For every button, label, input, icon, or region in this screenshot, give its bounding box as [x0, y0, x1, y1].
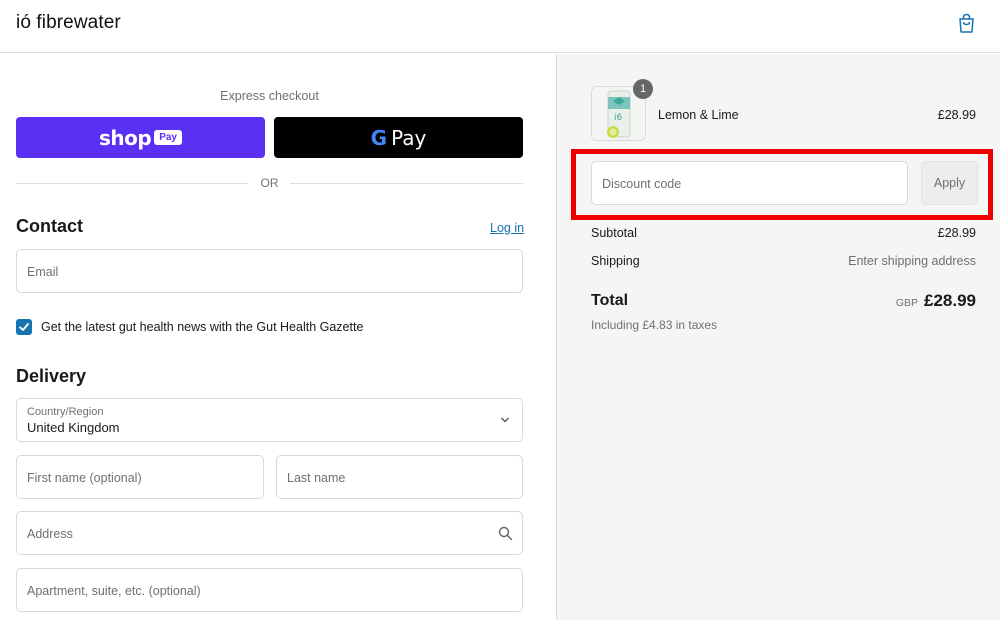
- subtotal-label: Subtotal: [591, 226, 637, 240]
- currency-code: GBP: [895, 297, 918, 309]
- google-g-icon: G: [370, 125, 388, 150]
- shop-pay-pill: Pay: [154, 130, 182, 145]
- address-field[interactable]: Address: [16, 511, 523, 555]
- item-price: £28.99: [937, 108, 976, 122]
- shipping-label: Shipping: [591, 254, 640, 268]
- page-header: ió fibrewater: [0, 0, 1000, 53]
- newsletter-checkbox[interactable]: [16, 319, 32, 335]
- last-name-placeholder: Last name: [287, 471, 346, 485]
- email-field[interactable]: Email: [16, 249, 523, 293]
- email-placeholder: Email: [27, 265, 59, 279]
- contact-heading: Contact: [16, 216, 83, 236]
- discount-code-field[interactable]: Discount code: [591, 161, 908, 205]
- total-value: £28.99: [924, 291, 976, 310]
- first-name-field[interactable]: First name (optional): [16, 455, 264, 499]
- or-text: OR: [260, 176, 279, 190]
- quantity-badge: 1: [633, 79, 653, 99]
- order-summary: i6 1 Lemon & Lime £28.99 Discount code A…: [556, 54, 1000, 620]
- total-amount: GBP £28.99: [896, 291, 976, 311]
- shopping-bag-icon[interactable]: [958, 13, 975, 33]
- item-name: Lemon & Lime: [658, 108, 739, 122]
- login-link[interactable]: Log in: [490, 221, 524, 235]
- apartment-placeholder: Apartment, suite, etc. (optional): [27, 584, 201, 598]
- newsletter-label: Get the latest gut health news with the …: [41, 320, 364, 334]
- search-icon[interactable]: [498, 526, 513, 541]
- discount-code-placeholder: Discount code: [602, 177, 682, 191]
- brand-logo[interactable]: ió fibrewater: [16, 12, 121, 34]
- shipping-value: Enter shipping address: [848, 254, 976, 268]
- checkout-form: Express checkout shop Pay G Pay OR Conta…: [0, 54, 556, 620]
- country-value: United Kingdom: [27, 420, 120, 435]
- checkmark-icon: [19, 323, 29, 331]
- chevron-down-icon: [501, 417, 509, 423]
- google-pay-label: Pay: [391, 125, 427, 150]
- apartment-field[interactable]: Apartment, suite, etc. (optional): [16, 568, 523, 612]
- apply-button[interactable]: Apply: [921, 161, 978, 205]
- express-checkout-label: Express checkout: [220, 89, 319, 103]
- total-label: Total: [591, 292, 629, 309]
- first-name-placeholder: First name (optional): [27, 471, 142, 485]
- subtotal-value: £28.99: [937, 226, 976, 240]
- country-select[interactable]: Country/Region United Kingdom: [16, 398, 523, 442]
- shop-pay-button[interactable]: shop Pay: [16, 117, 265, 158]
- address-placeholder: Address: [27, 527, 73, 541]
- taxes-note: Including £4.83 in taxes: [591, 318, 718, 332]
- or-divider: OR: [16, 175, 523, 191]
- google-pay-button[interactable]: G Pay: [274, 117, 523, 158]
- country-label: Country/Region: [27, 406, 104, 418]
- svg-text:i6: i6: [614, 113, 623, 123]
- delivery-heading: Delivery: [16, 366, 87, 386]
- shop-pay-logo: shop: [99, 125, 152, 150]
- last-name-field[interactable]: Last name: [276, 455, 523, 499]
